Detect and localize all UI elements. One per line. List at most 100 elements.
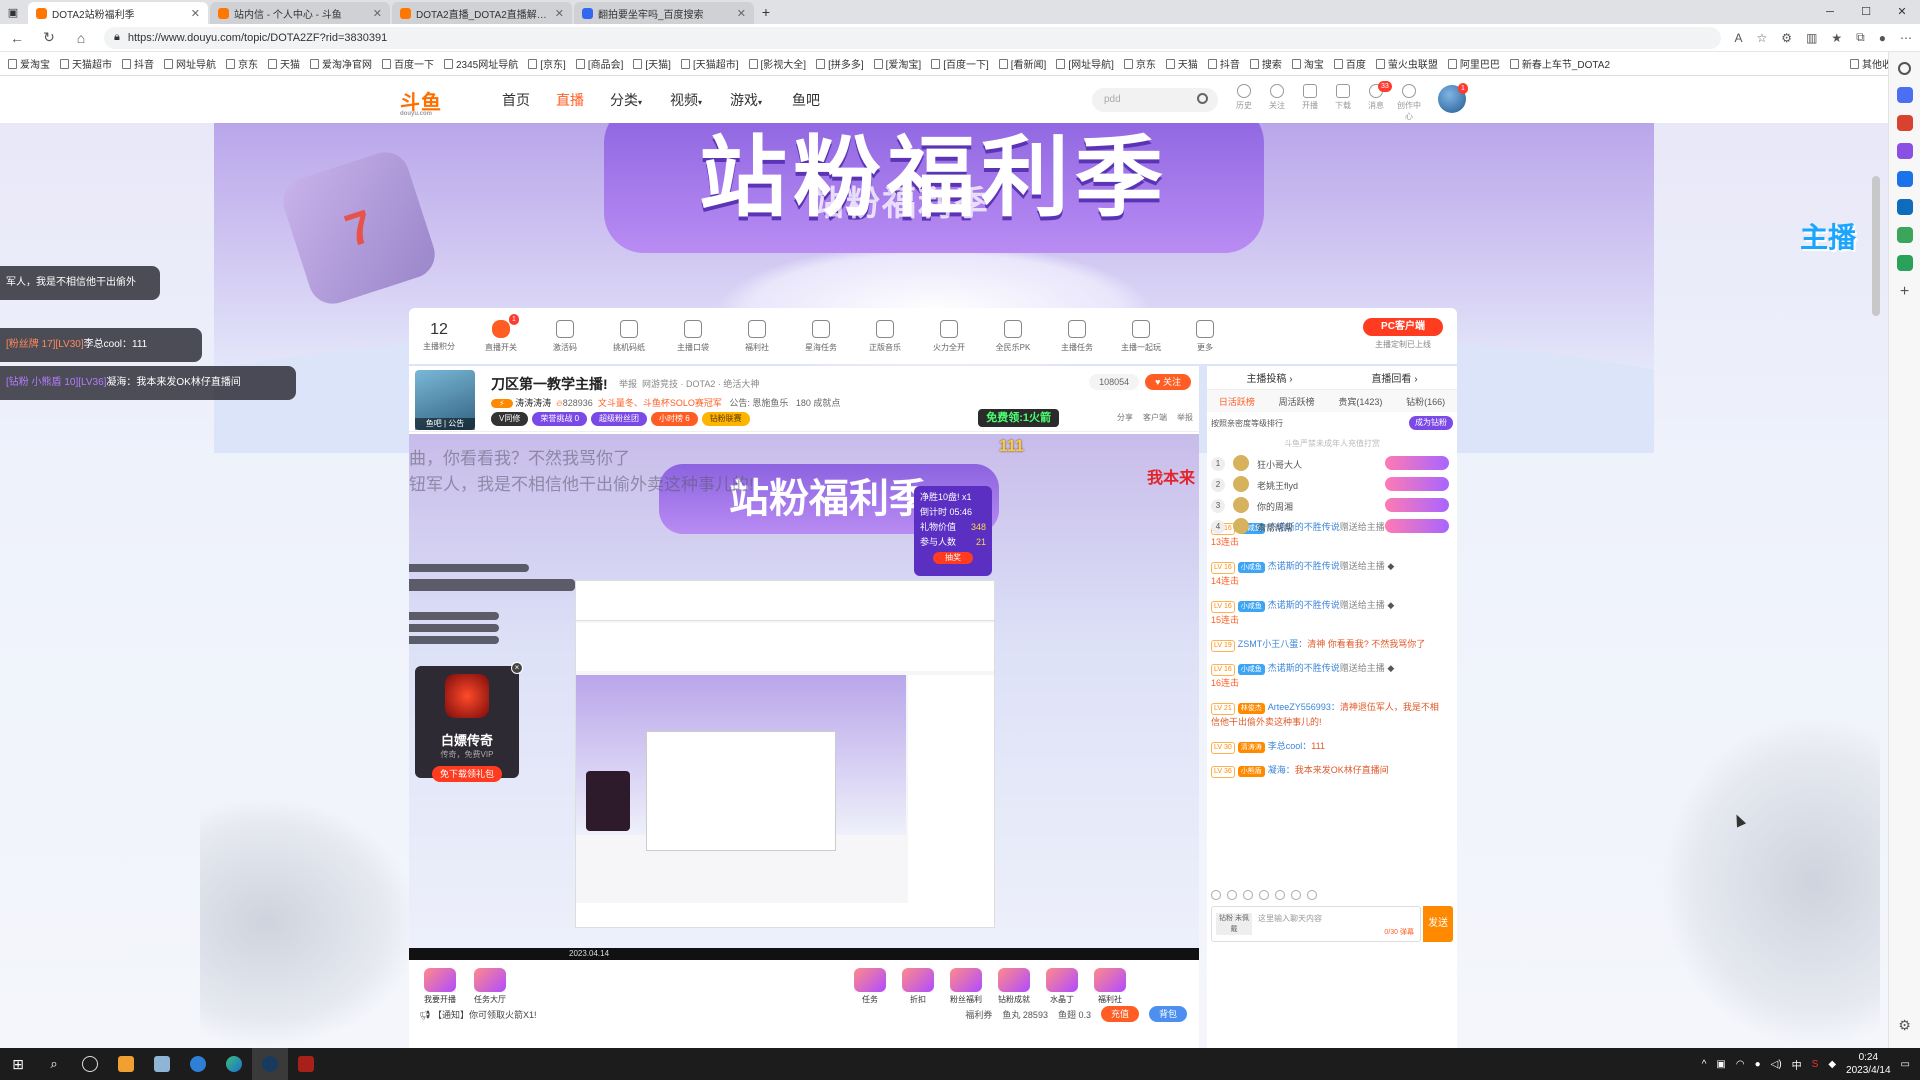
nav-games[interactable]: 游戏▾ bbox=[730, 90, 762, 110]
tree-icon[interactable] bbox=[1896, 255, 1913, 271]
gift-item[interactable]: 任务大厅 bbox=[469, 968, 511, 1005]
toolbar-item[interactable]: 直播开关 1 bbox=[469, 313, 533, 353]
rank-item[interactable]: 4 索帮帮帮 bbox=[1211, 515, 1453, 539]
horn-icon[interactable] bbox=[1227, 890, 1237, 900]
close-icon[interactable]: ✕ bbox=[555, 7, 564, 20]
maximize-icon[interactable]: ☐ bbox=[1848, 0, 1884, 24]
search-input[interactable]: pdd bbox=[1092, 88, 1218, 112]
gift-item[interactable]: 粉丝福利 bbox=[945, 968, 987, 1005]
notification-icon[interactable]: ▭ bbox=[1901, 1059, 1910, 1070]
toolbar-item[interactable]: 火力全开 bbox=[917, 319, 981, 353]
extensions-icon[interactable]: ⚙ bbox=[1781, 31, 1792, 45]
diamond-league-pill[interactable]: 钻粉联赛 bbox=[701, 412, 750, 426]
nav-live[interactable]: 直播 bbox=[556, 90, 584, 110]
history-button[interactable]: 历史 bbox=[1230, 84, 1258, 111]
favorite-star-icon[interactable]: ☆ bbox=[1757, 31, 1768, 45]
send-button[interactable]: 发送 bbox=[1423, 906, 1453, 942]
gift-item[interactable]: 我要开播 bbox=[419, 968, 461, 1005]
notice-link[interactable]: 公告 bbox=[448, 419, 464, 428]
toolbar-item[interactable]: 福利社 bbox=[725, 319, 789, 353]
download-button[interactable]: 下载 bbox=[1329, 84, 1357, 111]
report-link[interactable]: 举报 bbox=[619, 379, 637, 389]
antivirus-icon[interactable]: ◆ bbox=[1828, 1059, 1836, 1070]
bookmark-item[interactable]: [天猫超市] bbox=[680, 56, 739, 71]
bookmark-item[interactable]: 天猫 bbox=[268, 56, 300, 71]
page-scrollbar[interactable] bbox=[1872, 176, 1880, 316]
hourly-rank-pill[interactable]: 小时榜 6 bbox=[651, 412, 698, 426]
close-icon[interactable]: ✕ bbox=[373, 7, 382, 20]
toolbar-item[interactable]: 更多 bbox=[1173, 319, 1237, 353]
toolbar-item[interactable]: 挑机码纸 bbox=[597, 319, 661, 353]
shopping-icon[interactable] bbox=[1896, 87, 1913, 103]
bookmark-item[interactable]: [网址导航] bbox=[1056, 56, 1114, 71]
lottery-button[interactable]: 抽奖 bbox=[933, 552, 973, 564]
close-icon[interactable]: ✕ bbox=[191, 7, 200, 20]
gift-icon[interactable] bbox=[1291, 890, 1301, 900]
chat-username[interactable]: 凝海： bbox=[1268, 765, 1295, 775]
new-tab-icon[interactable]: + bbox=[754, 4, 778, 20]
bookmark-item[interactable]: 天猫 bbox=[1165, 56, 1198, 71]
bookmark-item[interactable]: 阿里巴巴 bbox=[1447, 56, 1500, 71]
start-live-button[interactable]: 开播 bbox=[1296, 84, 1324, 111]
fishbar-link[interactable]: 鱼吧 bbox=[426, 419, 442, 428]
follow-button[interactable]: ♥ 关注 bbox=[1145, 374, 1191, 390]
client-button[interactable]: 客户端 bbox=[1143, 412, 1167, 423]
tools-icon[interactable] bbox=[1896, 115, 1913, 131]
search-icon[interactable] bbox=[1898, 62, 1911, 75]
wifi-icon[interactable]: ◠ bbox=[1736, 1059, 1745, 1070]
setting-icon[interactable] bbox=[1307, 890, 1317, 900]
network-icon[interactable]: ▣ bbox=[1716, 1059, 1725, 1070]
mic-icon[interactable]: ● bbox=[1755, 1059, 1761, 1070]
taskbar-app[interactable] bbox=[216, 1048, 252, 1080]
chat-input[interactable]: 钻粉 未佩戴 这里输入聊天内容 0/30 弹幕 bbox=[1211, 906, 1421, 942]
tab-actions-icon[interactable]: ▣ bbox=[0, 6, 26, 19]
charge-button[interactable]: 充值 bbox=[1100, 1006, 1139, 1022]
toolbar-item[interactable]: 星海任务 bbox=[789, 319, 853, 353]
bookmark-item[interactable]: [拼多多] bbox=[816, 56, 864, 71]
bookmark-item[interactable]: [爱淘宝] bbox=[873, 56, 921, 71]
ime-indicator[interactable]: 中 bbox=[1792, 1057, 1802, 1072]
browser-tab[interactable]: DOTA2直播_DOTA2直播解说视频 ✕ bbox=[392, 2, 572, 24]
chat-username[interactable]: 杰诺斯的不胜传说 bbox=[1268, 600, 1340, 610]
browser-tab[interactable]: DOTA2站粉福利季 ✕ bbox=[28, 2, 208, 24]
honor-challenge-pill[interactable]: 荣誉挑战 0 bbox=[532, 412, 588, 426]
bookmark-item[interactable]: 天猫超市 bbox=[60, 56, 112, 71]
bookmark-item[interactable]: 百度 bbox=[1333, 56, 1366, 71]
browser-tab[interactable]: 站内信 - 个人中心 - 斗鱼 ✕ bbox=[210, 2, 390, 24]
pc-client-button[interactable]: PC客户端 主播定制已上线 bbox=[1363, 318, 1443, 350]
douyu-logo[interactable]: 斗鱼 douyu.com bbox=[400, 86, 458, 117]
bookmark-item[interactable]: 淘宝 bbox=[1291, 56, 1324, 71]
minimize-icon[interactable]: ─ bbox=[1812, 0, 1848, 24]
nav-home[interactable]: 首页 bbox=[502, 90, 530, 110]
search-button[interactable]: ⌕ bbox=[36, 1048, 72, 1080]
messages-button[interactable]: 消息 33 bbox=[1362, 81, 1392, 111]
toolbar-item[interactable]: 主播任务 bbox=[1045, 319, 1109, 353]
url-input[interactable]: 🔒︎ https://www.douyu.com/topic/DOTA2ZF?ri… bbox=[104, 26, 1721, 49]
more-icon[interactable]: ⋯ bbox=[1900, 31, 1912, 45]
read-aloud-icon[interactable]: A bbox=[1735, 31, 1743, 45]
taskbar-app[interactable] bbox=[180, 1048, 216, 1080]
taskbar-app[interactable] bbox=[288, 1048, 324, 1080]
nav-fishbar[interactable]: 鱼吧 bbox=[792, 90, 820, 110]
gift-item[interactable]: 折扣 bbox=[897, 968, 939, 1005]
report-button[interactable]: 举报 bbox=[1177, 412, 1193, 423]
star-icon[interactable] bbox=[1243, 890, 1253, 900]
replay-link[interactable]: 直播回看 › bbox=[1371, 370, 1417, 385]
collections-icon[interactable]: ⧉ bbox=[1856, 30, 1865, 45]
badge-icon[interactable] bbox=[1275, 890, 1285, 900]
outlook-icon[interactable] bbox=[1896, 199, 1913, 215]
search-icon[interactable] bbox=[1197, 93, 1208, 104]
welfare-link[interactable]: 福利券 bbox=[965, 1008, 992, 1021]
lottery-widget[interactable]: 净胜10盘! x1 倒计时 05:46 礼物价值 348 参与人数 21 抽奖 bbox=[914, 486, 992, 576]
follow-button[interactable]: 关注 bbox=[1263, 84, 1291, 111]
taskview-button[interactable] bbox=[72, 1048, 108, 1080]
user-avatar[interactable]: 1 bbox=[1438, 83, 1468, 113]
back-icon[interactable]: ← bbox=[8, 30, 26, 46]
favorites-icon[interactable]: ★ bbox=[1831, 31, 1842, 45]
become-diamond-button[interactable]: 成为钻粉 bbox=[1409, 416, 1453, 430]
taskbar-app[interactable] bbox=[144, 1048, 180, 1080]
achievement-points[interactable]: 180 成就点 bbox=[796, 398, 841, 408]
tab-vip[interactable]: 贵宾(1423) bbox=[1338, 395, 1382, 408]
bookmark-item[interactable]: 2345网址导航 bbox=[444, 56, 518, 71]
bookmark-item[interactable]: [看新闻] bbox=[998, 56, 1046, 71]
